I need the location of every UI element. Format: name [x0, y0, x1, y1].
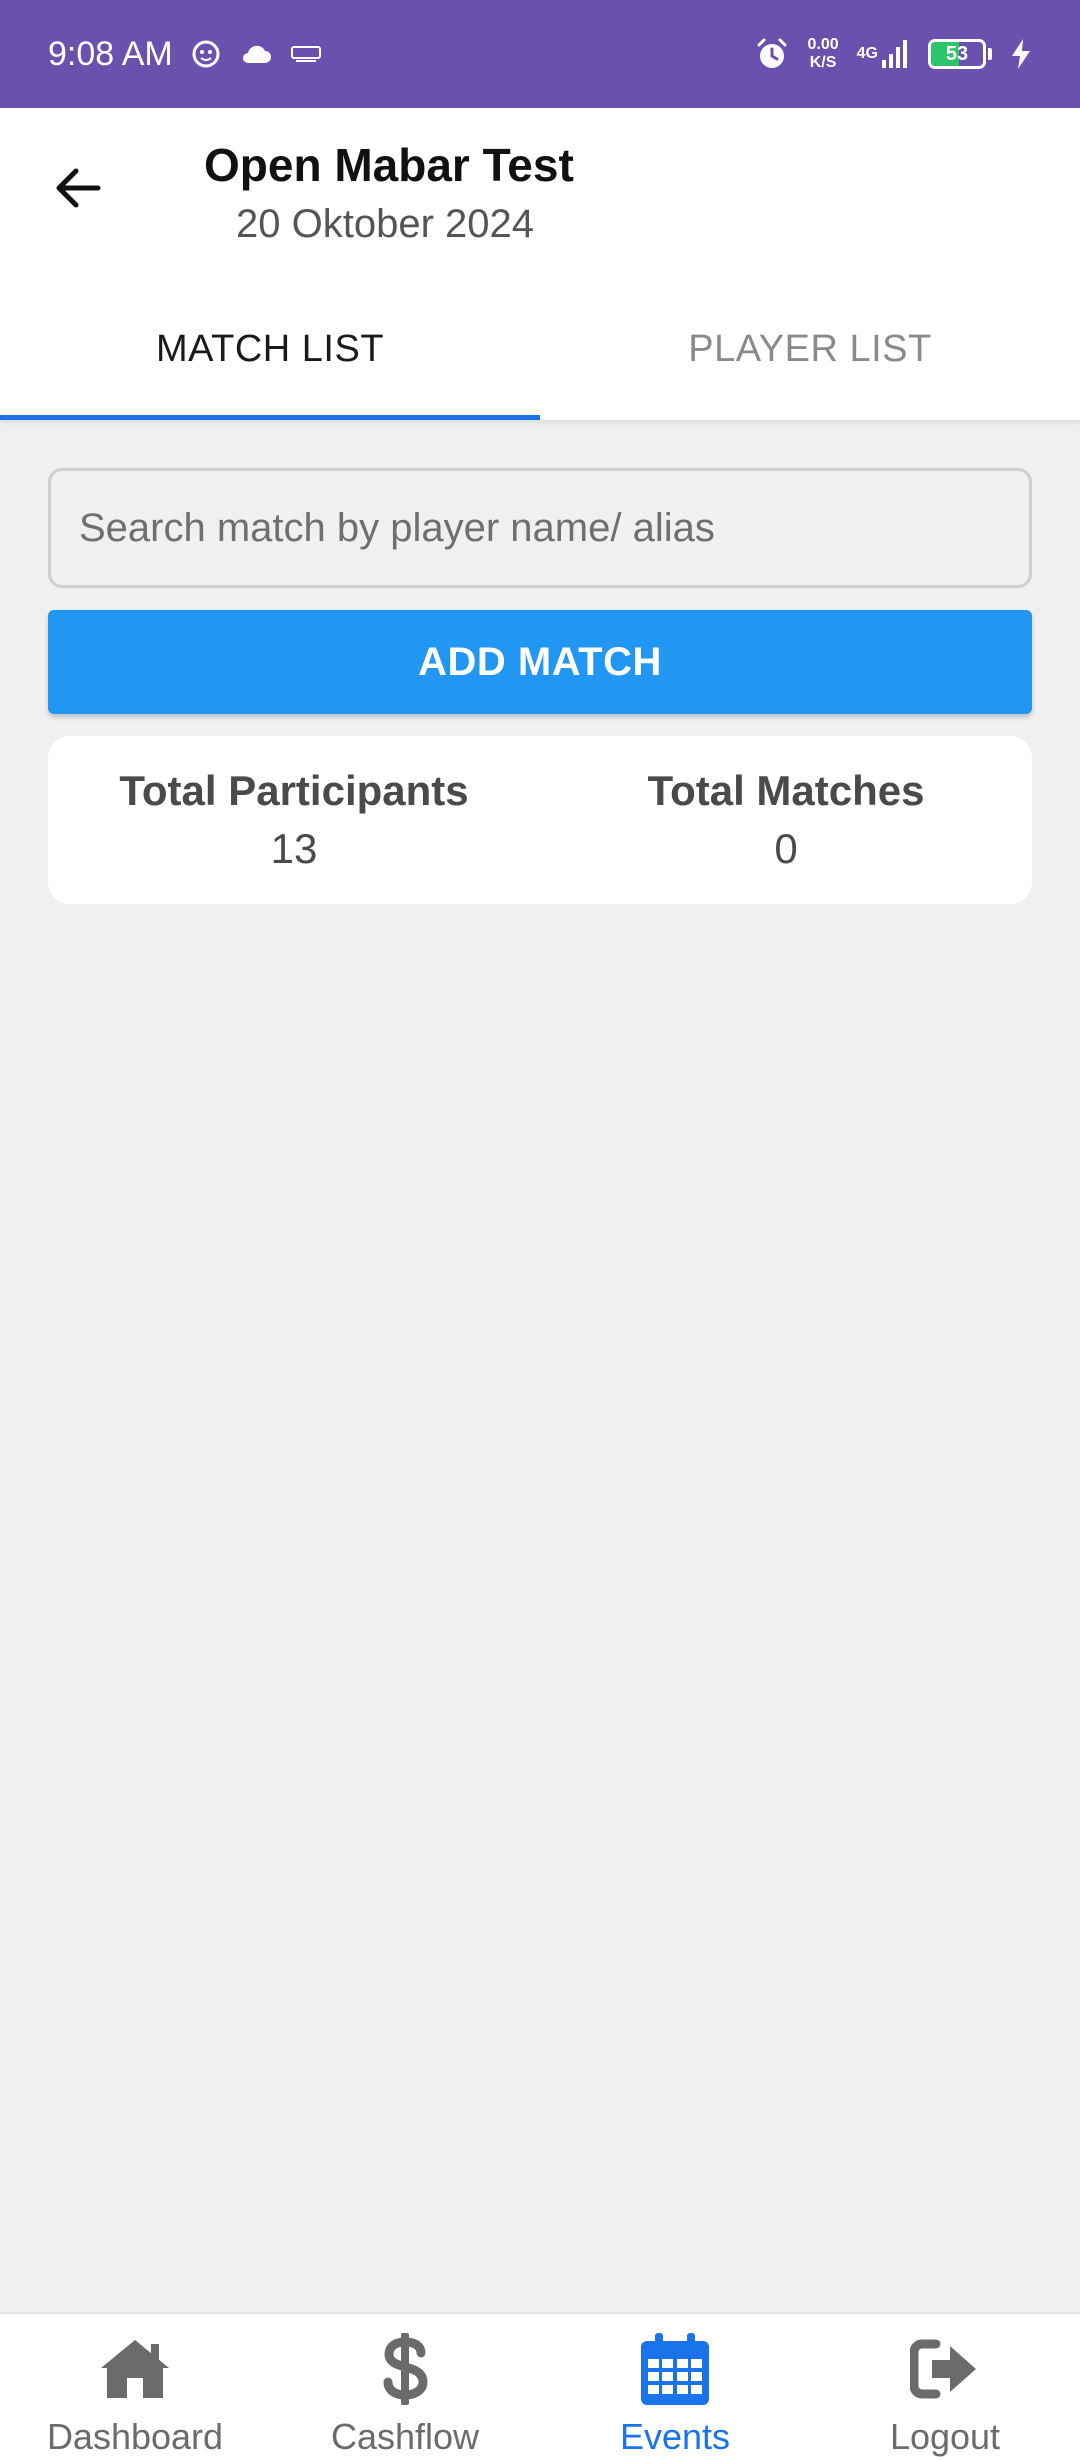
stats-card: Total Participants 13 Total Matches 0 — [48, 736, 1032, 904]
battery-indicator: 53 — [928, 39, 986, 69]
status-time: 9:08 AM — [48, 34, 173, 73]
bottom-nav: Dashboard Cashflow Events Logout — [0, 2312, 1080, 2460]
nav-label-events: Events — [619, 2416, 731, 2457]
status-right: 0.00 K/S 4G 53 — [754, 36, 1032, 72]
network-speed-unit: K/S — [809, 54, 837, 71]
nav-label-cashflow: Cashflow — [330, 2416, 480, 2457]
status-left: 9:08 AM — [48, 35, 321, 74]
calendar-icon — [639, 2330, 711, 2408]
home-icon — [97, 2330, 173, 2408]
nav-label-dashboard: Dashboard — [46, 2416, 224, 2457]
stat-participants-label: Total Participants — [119, 767, 469, 814]
battery-level: 53 — [945, 42, 969, 65]
stat-participants-value: 13 — [270, 825, 318, 872]
stat-matches: Total Matches 0 — [540, 736, 1032, 904]
tab-bar: MATCH LIST PLAYER LIST — [0, 278, 1080, 420]
search-input[interactable] — [48, 468, 1032, 588]
tab-player-list[interactable]: PLAYER LIST — [540, 278, 1080, 420]
logout-icon — [910, 2330, 980, 2408]
nav-item-cashflow[interactable]: Cashflow — [270, 2314, 540, 2460]
back-button[interactable] — [40, 150, 116, 226]
charging-bolt-icon — [1010, 38, 1032, 70]
nav-item-dashboard[interactable]: Dashboard — [0, 2314, 270, 2460]
nav-label-logout: Logout — [889, 2416, 1001, 2457]
status-bar: 9:08 AM 0.00 K/S 4G 53 — [0, 0, 1080, 108]
alarm-icon — [754, 36, 790, 72]
cnn-app-icon — [290, 42, 321, 66]
notification-face-icon — [191, 39, 221, 69]
battery-tip — [988, 48, 992, 60]
stat-participants: Total Participants 13 — [48, 736, 540, 904]
nav-item-logout[interactable]: Logout — [810, 2314, 1080, 2460]
nav-item-events[interactable]: Events — [540, 2314, 810, 2460]
page-title: Open Mabar Test — [204, 139, 574, 191]
event-date: 20 Oktober 2024 — [236, 202, 534, 246]
stat-matches-value: 0 — [774, 825, 798, 872]
add-match-button[interactable]: ADD MATCH — [48, 610, 1032, 714]
network-type: 4G — [856, 45, 878, 62]
network-speed: 0.00 K/S — [808, 36, 839, 72]
network-speed-value: 0.00 — [807, 36, 839, 53]
app-header: Open Mabar Test 20 Oktober 2024 — [0, 108, 1080, 278]
tab-match-list[interactable]: MATCH LIST — [0, 278, 540, 420]
signal-icon: 4G — [857, 38, 910, 70]
arrow-left-icon — [56, 168, 101, 208]
screen: 9:08 AM 0.00 K/S 4G 53 Open Mabar Test 2… — [0, 0, 1080, 2460]
cloud-icon — [239, 42, 273, 66]
stat-matches-label: Total Matches — [647, 767, 925, 814]
dollar-icon — [381, 2330, 429, 2408]
